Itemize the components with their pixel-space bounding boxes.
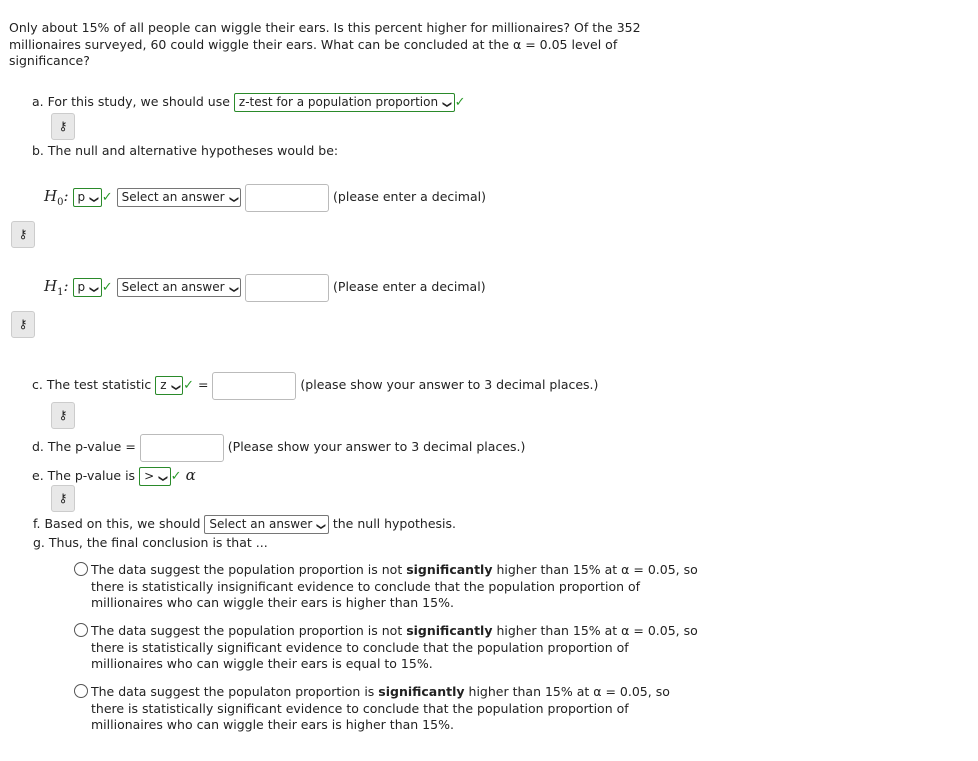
h1-row: H1: p ❯ ✓ Select an answer ❯ (Please enter … <box>44 272 486 307</box>
chevron-down-icon: ❯ <box>88 285 99 294</box>
radio-button[interactable] <box>74 623 88 637</box>
test-type-select[interactable]: z-test for a population proportion ❯ <box>233 93 455 112</box>
p-value-comparison-select[interactable]: > ❯ <box>139 467 171 486</box>
key-icon[interactable]: ⚷ <box>51 485 75 512</box>
conclusion-option[interactable]: The data suggest the population proporti… <box>74 562 724 612</box>
part-f: f. Based on this, we should Select an an… <box>33 515 456 534</box>
checkmark-icon: ✓ <box>170 469 182 484</box>
chevron-down-icon: ❯ <box>315 522 326 531</box>
h0-row: H0: p ❯ ✓ Select an answer ❯ (please enter … <box>44 182 486 217</box>
chevron-down-icon: ❯ <box>169 383 180 392</box>
test-statistic-select[interactable]: z ❯ <box>155 376 184 395</box>
chevron-down-icon: ❯ <box>88 195 99 204</box>
h1-param-select[interactable]: p ❯ <box>72 278 102 297</box>
radio-button[interactable] <box>74 684 88 698</box>
key-icon[interactable]: ⚷ <box>11 311 35 338</box>
decision-select[interactable]: Select an answer ❯ <box>204 515 329 534</box>
h1-symbol: H1: <box>44 277 69 298</box>
conclusion-option[interactable]: The data suggest the populaton proportio… <box>74 684 724 734</box>
part-b-label: b. The null and alternative hypotheses w… <box>32 143 339 158</box>
part-e: e. The p-value is > ❯ ✓ α <box>32 466 196 486</box>
h0-value-input[interactable] <box>245 183 330 212</box>
question-text: Only about 15% of all people can wiggle … <box>9 20 641 68</box>
test-statistic-input[interactable] <box>212 371 297 400</box>
part-g-label: g. Thus, the final conclusion is that ..… <box>33 535 268 550</box>
key-icon[interactable]: ⚷ <box>11 221 35 248</box>
part-a: a. For this study, we should use z-test … <box>32 93 466 112</box>
h0-symbol: H0: <box>44 187 69 208</box>
checkmark-icon: ✓ <box>183 378 194 393</box>
part-c: c. The test statistic z ❯ ✓ = (please show… <box>32 371 598 400</box>
conclusion-option[interactable]: The data suggest the population proporti… <box>74 623 724 673</box>
key-icon[interactable]: ⚷ <box>51 113 75 140</box>
h1-relation-select[interactable]: Select an answer ❯ <box>116 278 242 297</box>
radio-button[interactable] <box>74 562 88 576</box>
h1-value-input[interactable] <box>245 273 330 302</box>
chevron-down-icon: ❯ <box>441 100 452 109</box>
h0-relation-select[interactable]: Select an answer ❯ <box>116 188 242 207</box>
chevron-down-icon: ❯ <box>157 474 168 483</box>
chevron-down-icon: ❯ <box>227 285 238 294</box>
part-d: d. The p-value = (Please show your answe… <box>32 433 525 462</box>
checkmark-icon: ✓ <box>101 190 113 205</box>
h0-param-select[interactable]: p ❯ <box>72 188 102 207</box>
checkmark-icon: ✓ <box>454 95 466 110</box>
key-icon[interactable]: ⚷ <box>51 402 75 429</box>
checkmark-icon: ✓ <box>101 280 113 295</box>
chevron-down-icon: ❯ <box>227 195 238 204</box>
p-value-input[interactable] <box>139 433 224 462</box>
